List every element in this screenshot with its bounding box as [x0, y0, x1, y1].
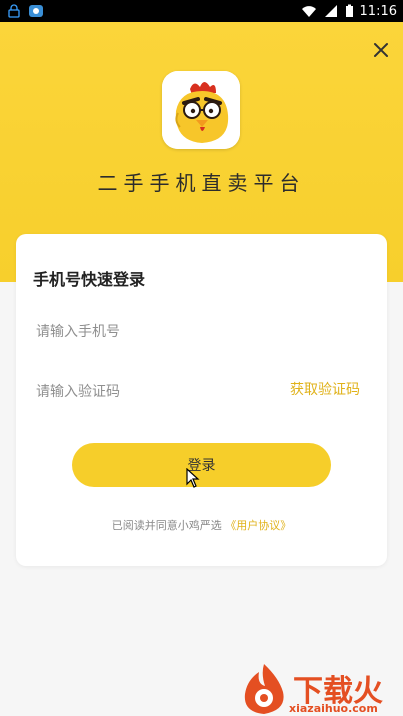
battery-icon [345, 4, 354, 18]
watermark: 下载火 xiazaihuo.com [237, 662, 403, 716]
flame-logo-icon [244, 664, 284, 714]
status-left [6, 4, 44, 18]
app-icon [28, 4, 44, 18]
lock-icon [6, 4, 22, 18]
chicken-mascot-logo [162, 71, 240, 149]
watermark-site: xiazaihuo.com [289, 702, 378, 715]
get-code-button[interactable]: 获取验证码 [290, 379, 360, 399]
login-button[interactable]: 登录 [72, 443, 331, 487]
signal-icon [323, 4, 339, 18]
user-agreement-link[interactable]: 《用户协议》 [225, 519, 291, 532]
app-logo [162, 71, 240, 149]
login-card: 手机号快速登录 获取验证码 登录 已阅读并同意小鸡严选 《用户协议》 [16, 234, 387, 566]
close-icon [374, 43, 388, 57]
verification-code-input[interactable] [36, 371, 256, 411]
status-right: 11:16 [301, 4, 397, 19]
login-title: 手机号快速登录 [33, 270, 146, 289]
agreement: 已阅读并同意小鸡严选 《用户协议》 [16, 517, 387, 533]
agreement-text: 已阅读并同意小鸡严选 [111, 519, 222, 532]
wifi-icon [301, 4, 317, 18]
app-title: 二手手机直卖平台 [97, 171, 306, 195]
status-bar: 11:16 [0, 0, 403, 22]
close-button[interactable] [369, 38, 393, 62]
status-time: 11:16 [359, 3, 397, 19]
mouse-cursor-icon [186, 468, 200, 488]
phone-input[interactable] [36, 311, 366, 351]
